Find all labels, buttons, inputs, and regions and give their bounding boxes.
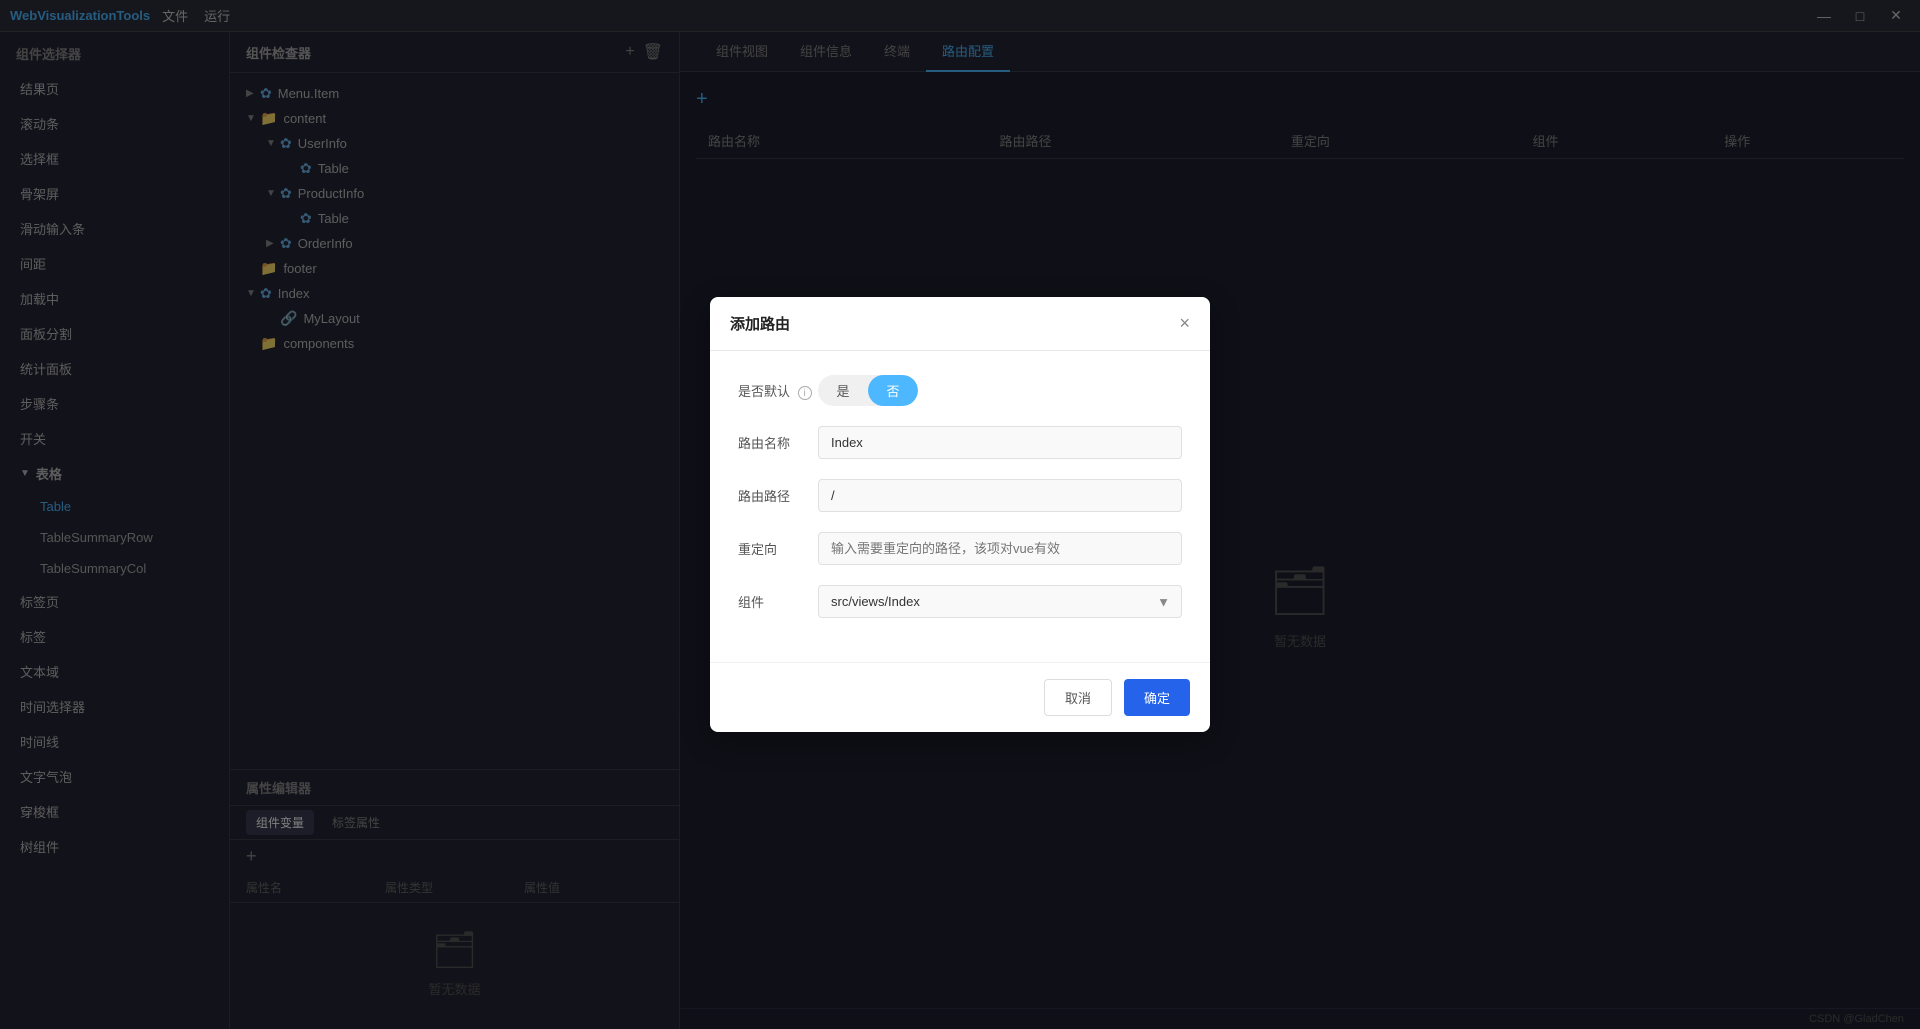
dialog-footer: 取消 确定	[710, 662, 1210, 732]
input-route-name[interactable]	[818, 426, 1182, 459]
dialog-close-button[interactable]: ×	[1179, 313, 1190, 334]
field-value-redirect	[818, 532, 1182, 565]
field-label-component: 组件	[738, 592, 818, 611]
toggle-no[interactable]: 否	[868, 375, 918, 406]
input-redirect[interactable]	[818, 532, 1182, 565]
toggle-group-is-default: 是 否	[818, 375, 918, 406]
field-label-is-default: 是否默认 i	[738, 381, 818, 400]
add-route-dialog: 添加路由 × 是否默认 i 是 否 路由名称	[710, 297, 1210, 732]
toggle-yes[interactable]: 是	[818, 375, 868, 406]
input-route-path[interactable]	[818, 479, 1182, 512]
dialog-header: 添加路由 ×	[710, 297, 1210, 351]
field-value-route-path	[818, 479, 1182, 512]
field-label-route-name: 路由名称	[738, 433, 818, 452]
field-value-is-default: 是 否	[818, 375, 1182, 406]
field-redirect: 重定向	[738, 532, 1182, 565]
select-component[interactable]: src/views/Index	[818, 585, 1182, 618]
cancel-button[interactable]: 取消	[1044, 679, 1112, 716]
field-is-default: 是否默认 i 是 否	[738, 375, 1182, 406]
field-route-name: 路由名称	[738, 426, 1182, 459]
info-icon-is-default[interactable]: i	[798, 386, 812, 400]
confirm-button[interactable]: 确定	[1124, 679, 1190, 716]
dialog-title: 添加路由	[730, 313, 790, 334]
field-value-route-name	[818, 426, 1182, 459]
field-route-path: 路由路径	[738, 479, 1182, 512]
field-component: 组件 src/views/Index ▼	[738, 585, 1182, 618]
field-label-route-path: 路由路径	[738, 486, 818, 505]
dialog-body: 是否默认 i 是 否 路由名称 路由路径	[710, 351, 1210, 662]
dialog-overlay[interactable]: 添加路由 × 是否默认 i 是 否 路由名称	[0, 0, 1920, 1029]
field-label-redirect: 重定向	[738, 539, 818, 558]
field-value-component: src/views/Index ▼	[818, 585, 1182, 618]
